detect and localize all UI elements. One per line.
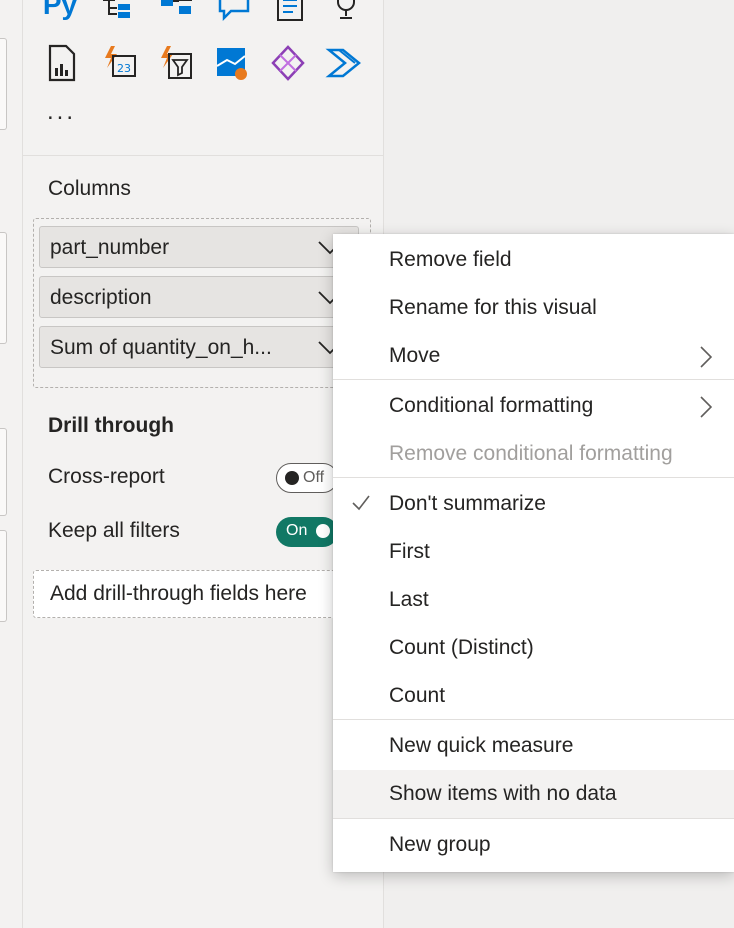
menu-item-new-group[interactable]: New group bbox=[333, 821, 734, 869]
collapsed-pane-tab[interactable] bbox=[0, 428, 7, 516]
menu-item-last[interactable]: Last bbox=[333, 576, 734, 624]
qa-visual-icon[interactable] bbox=[215, 0, 253, 26]
python-label: Py bbox=[42, 0, 78, 20]
decomposition-tree-icon[interactable] bbox=[99, 0, 137, 26]
keep-all-filters-label: Keep all filters bbox=[48, 519, 180, 542]
toggle-knob bbox=[316, 524, 330, 538]
keep-all-filters-toggle[interactable]: On bbox=[276, 517, 338, 547]
field-pill-label: Sum of quantity_on_h... bbox=[50, 336, 272, 359]
menu-item-label: Count (Distinct) bbox=[389, 636, 534, 659]
power-apps-card-icon[interactable]: 23 bbox=[101, 44, 139, 82]
menu-item-new-quick-measure[interactable]: New quick measure bbox=[333, 722, 734, 770]
cross-report-label: Cross-report bbox=[48, 465, 165, 488]
paginated-report-icon[interactable] bbox=[43, 44, 81, 82]
field-context-menu: Remove field Rename for this visual Move… bbox=[333, 234, 734, 872]
menu-item-label: Rename for this visual bbox=[389, 296, 597, 319]
menu-item-count-distinct[interactable]: Count (Distinct) bbox=[333, 624, 734, 672]
power-apps-icon[interactable] bbox=[269, 44, 307, 82]
key-influencers-icon[interactable] bbox=[157, 0, 195, 26]
menu-item-dont-summarize[interactable]: Don't summarize bbox=[333, 480, 734, 528]
cross-report-toggle[interactable]: Off bbox=[276, 463, 338, 493]
python-visual-icon[interactable]: Py bbox=[41, 0, 79, 24]
menu-separator bbox=[333, 477, 734, 478]
menu-item-label: Move bbox=[389, 344, 441, 367]
menu-separator bbox=[333, 818, 734, 819]
toggle-knob bbox=[285, 471, 299, 485]
azure-map-icon[interactable] bbox=[213, 44, 251, 82]
collapsed-pane-tab[interactable] bbox=[0, 530, 7, 622]
menu-item-label: First bbox=[389, 540, 430, 563]
goals-trophy-icon[interactable] bbox=[327, 0, 365, 26]
columns-section-label: Columns bbox=[48, 177, 131, 200]
field-pill-part-number[interactable]: part_number bbox=[39, 226, 359, 268]
power-apps-filter-icon[interactable] bbox=[157, 44, 195, 82]
menu-item-label: Count bbox=[389, 684, 446, 707]
field-pill-description[interactable]: description bbox=[39, 276, 359, 318]
menu-item-remove-conditional-formatting: Remove conditional formatting bbox=[333, 430, 734, 478]
drop-zone-placeholder: Add drill-through fields here bbox=[50, 582, 307, 605]
more-visuals-button[interactable]: ... bbox=[47, 98, 76, 126]
menu-item-label: Show items with no data bbox=[389, 782, 617, 805]
menu-separator bbox=[333, 719, 734, 720]
menu-item-label: Don't summarize bbox=[389, 492, 546, 515]
pane-divider bbox=[23, 155, 383, 156]
power-automate-icon[interactable] bbox=[325, 44, 363, 82]
menu-item-count[interactable]: Count bbox=[333, 672, 734, 720]
field-pill-label: part_number bbox=[50, 236, 170, 259]
menu-item-label: Remove field bbox=[389, 248, 512, 271]
smart-narrative-icon[interactable] bbox=[271, 0, 309, 26]
toggle-state-text: Off bbox=[303, 469, 325, 486]
left-pane-strip bbox=[0, 0, 23, 928]
chevron-right-icon bbox=[700, 346, 713, 373]
field-pill-label: description bbox=[50, 286, 152, 309]
field-pill-sum-quantity[interactable]: Sum of quantity_on_h... bbox=[39, 326, 359, 368]
menu-item-remove-field[interactable]: Remove field bbox=[333, 236, 734, 284]
svg-text:23: 23 bbox=[117, 62, 131, 75]
menu-item-label: New group bbox=[389, 833, 491, 856]
drill-through-title: Drill through bbox=[48, 414, 174, 437]
chevron-right-icon bbox=[700, 396, 713, 423]
menu-item-label: Remove conditional formatting bbox=[389, 442, 673, 465]
toggle-state-text: On bbox=[286, 522, 308, 539]
drill-through-drop-zone[interactable]: Add drill-through fields here bbox=[33, 570, 369, 618]
build-visual-pane: Py 23 ... Columns part_number descriptio… bbox=[23, 0, 384, 928]
menu-item-rename-for-visual[interactable]: Rename for this visual bbox=[333, 284, 734, 332]
collapsed-pane-tab[interactable] bbox=[0, 38, 7, 130]
menu-item-show-items-no-data[interactable]: Show items with no data bbox=[333, 770, 734, 818]
menu-item-first[interactable]: First bbox=[333, 528, 734, 576]
menu-item-label: New quick measure bbox=[389, 734, 574, 757]
menu-item-conditional-formatting[interactable]: Conditional formatting bbox=[333, 382, 734, 430]
collapsed-pane-tab[interactable] bbox=[0, 232, 7, 344]
menu-item-label: Conditional formatting bbox=[389, 394, 594, 417]
menu-item-label: Last bbox=[389, 588, 429, 611]
menu-separator bbox=[333, 379, 734, 380]
checkmark-icon bbox=[351, 494, 371, 517]
menu-item-move[interactable]: Move bbox=[333, 332, 734, 380]
